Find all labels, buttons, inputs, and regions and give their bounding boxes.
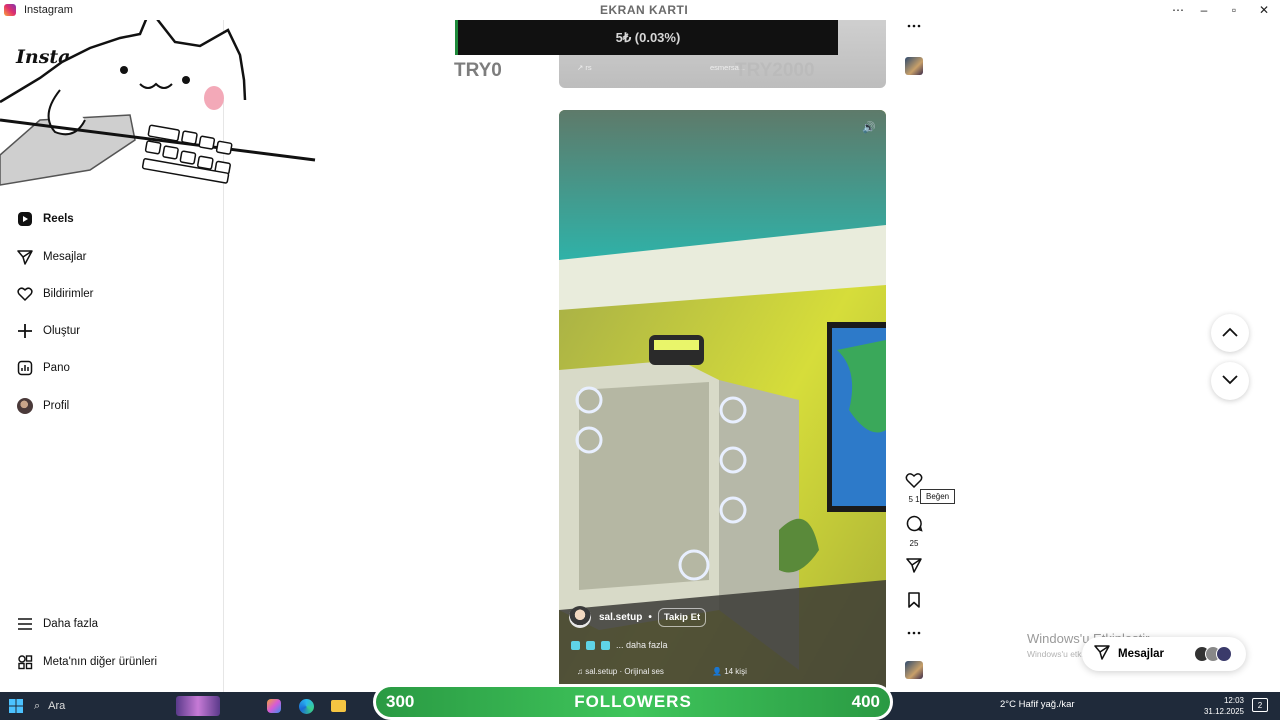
minimize-button[interactable]: –: [1190, 2, 1218, 18]
taskbar-clock[interactable]: 12:03 31.12.2025: [1196, 695, 1244, 717]
avatar: [1216, 646, 1232, 662]
volume-icon[interactable]: 🔊: [860, 118, 878, 136]
reel-tagged-people[interactable]: 👤 14 kişi: [712, 667, 747, 676]
chevron-up-icon: [1222, 324, 1238, 342]
sidebar: Instagram Reels Mesajlar Bildirimler Olu…: [0, 20, 316, 692]
file-explorer-icon[interactable]: [328, 696, 348, 716]
separator-dot: •: [648, 611, 652, 623]
author-avatar[interactable]: [569, 606, 591, 628]
like-count: 5 1: [908, 495, 920, 504]
avatar: [16, 397, 34, 415]
next-reel-button[interactable]: [1211, 362, 1249, 400]
followers-to: 400: [851, 692, 880, 711]
message-avatars: [1194, 646, 1232, 662]
sidebar-item-label: Reels: [43, 213, 74, 225]
sidebar-item-label: Oluştur: [43, 325, 81, 337]
paper-plane-icon: [1094, 644, 1110, 665]
sidebar-item-notifications[interactable]: Bildirimler: [0, 277, 222, 311]
notifications-badge[interactable]: 2: [1252, 698, 1268, 712]
meta-products-icon: [16, 653, 34, 671]
sidebar-item-profile[interactable]: Profil: [0, 389, 222, 423]
reel-video[interactable]: 🔊 sal.setup • Takip Et ... daha fazla ♫ …: [559, 110, 886, 692]
previous-reel-meta: ↗ rs: [577, 63, 592, 72]
search-icon: ⌕: [34, 699, 41, 712]
taskbar-search-label: Ara: [48, 700, 66, 712]
close-button[interactable]: ✕: [1250, 2, 1278, 18]
more-options-icon[interactable]: ⋯: [1164, 2, 1192, 18]
instagram-logo[interactable]: Instagram: [16, 46, 126, 68]
window-title: Instagram: [24, 4, 73, 16]
heart-icon: [16, 285, 34, 303]
bookmark-icon: [907, 592, 921, 613]
sidebar-item-label: Pano: [43, 362, 70, 374]
stream-left-label: TRY0: [454, 60, 502, 81]
like-tooltip: Beğen: [920, 489, 956, 504]
emoji-icon: [601, 640, 610, 650]
reel-people-label: 14 kişi: [724, 667, 747, 676]
sidebar-item-label: Meta'nın diğer ürünleri: [43, 656, 158, 668]
reel-author: sal.setup • Takip Et: [569, 606, 707, 628]
sidebar-item-meta-products[interactable]: Meta'nın diğer ürünleri: [0, 645, 222, 679]
reel-audio-label: sal.setup · Orijinal ses: [585, 667, 664, 676]
taskbar-widget-thumbnail[interactable]: [176, 696, 220, 716]
emoji-icon: [571, 640, 580, 650]
sidebar-item-create[interactable]: Oluştur: [0, 314, 222, 348]
previous-reel-button[interactable]: [1211, 314, 1249, 352]
sidebar-item-label: Bildirimler: [43, 288, 94, 300]
paper-plane-icon: [906, 557, 922, 578]
caption-more-link[interactable]: ... daha fazla: [616, 640, 668, 650]
comment-button[interactable]: 25: [902, 515, 926, 548]
dashboard-icon: [16, 359, 34, 377]
more-options-icon[interactable]: [902, 631, 926, 635]
menu-icon: [16, 615, 34, 633]
sidebar-item-dashboard[interactable]: Pano: [0, 351, 222, 385]
followers-goal-bar: 300 FOLLOWERS 400: [373, 684, 893, 720]
sidebar-item-label: Profil: [43, 400, 70, 412]
reel-video-frame: [559, 110, 886, 692]
sidebar-item-label: Mesajlar: [43, 251, 87, 263]
stream-price-bar: 5₺ (0.03%): [455, 20, 838, 55]
reel-audio-thumb[interactable]: [905, 661, 923, 679]
previous-reel-more-icon[interactable]: [902, 24, 926, 28]
sidebar-item-messages[interactable]: Mesajlar: [0, 240, 222, 274]
restore-button[interactable]: ▫: [1220, 2, 1248, 18]
followers-label: FOLLOWERS: [574, 692, 692, 711]
stream-overlay-header: EKRAN KARTI: [600, 3, 689, 17]
share-button[interactable]: [902, 557, 926, 578]
comment-icon: [906, 515, 923, 537]
edge-browser-icon[interactable]: [296, 696, 316, 716]
reel-audio[interactable]: ♫ sal.setup · Orijinal ses: [577, 667, 664, 676]
taskbar-search[interactable]: ⌕ Ara: [34, 696, 164, 716]
save-button[interactable]: [902, 592, 926, 613]
copilot-icon[interactable]: [264, 696, 284, 716]
instagram-app-icon: [4, 4, 16, 16]
paper-plane-icon: [16, 248, 34, 266]
plus-icon: [16, 322, 34, 340]
emoji-icon: [586, 640, 595, 650]
sidebar-item-reels[interactable]: Reels: [0, 202, 222, 236]
messages-floating-button[interactable]: Mesajlar: [1082, 637, 1246, 671]
chevron-down-icon: [1222, 372, 1238, 390]
messages-label: Mesajlar: [1118, 648, 1165, 660]
followers-from: 300: [386, 692, 415, 711]
reels-icon: [16, 210, 34, 228]
stream-right-label: TRY2000: [735, 60, 815, 81]
author-username[interactable]: sal.setup: [599, 612, 642, 623]
taskbar-weather[interactable]: 2°C Hafif yağ./kar: [1000, 699, 1075, 710]
comment-count: 25: [909, 539, 919, 548]
follow-button[interactable]: Takip Et: [657, 607, 707, 627]
reel-caption[interactable]: ... daha fazla: [571, 640, 668, 650]
taskbar-date: 31.12.2025: [1203, 707, 1244, 716]
sidebar-item-label: Daha fazla: [43, 618, 98, 630]
sidebar-item-more[interactable]: Daha fazla: [0, 607, 222, 641]
start-button[interactable]: [6, 696, 26, 716]
taskbar-time: 12:03: [1223, 696, 1244, 705]
previous-reel-audio-thumb[interactable]: [905, 57, 923, 75]
